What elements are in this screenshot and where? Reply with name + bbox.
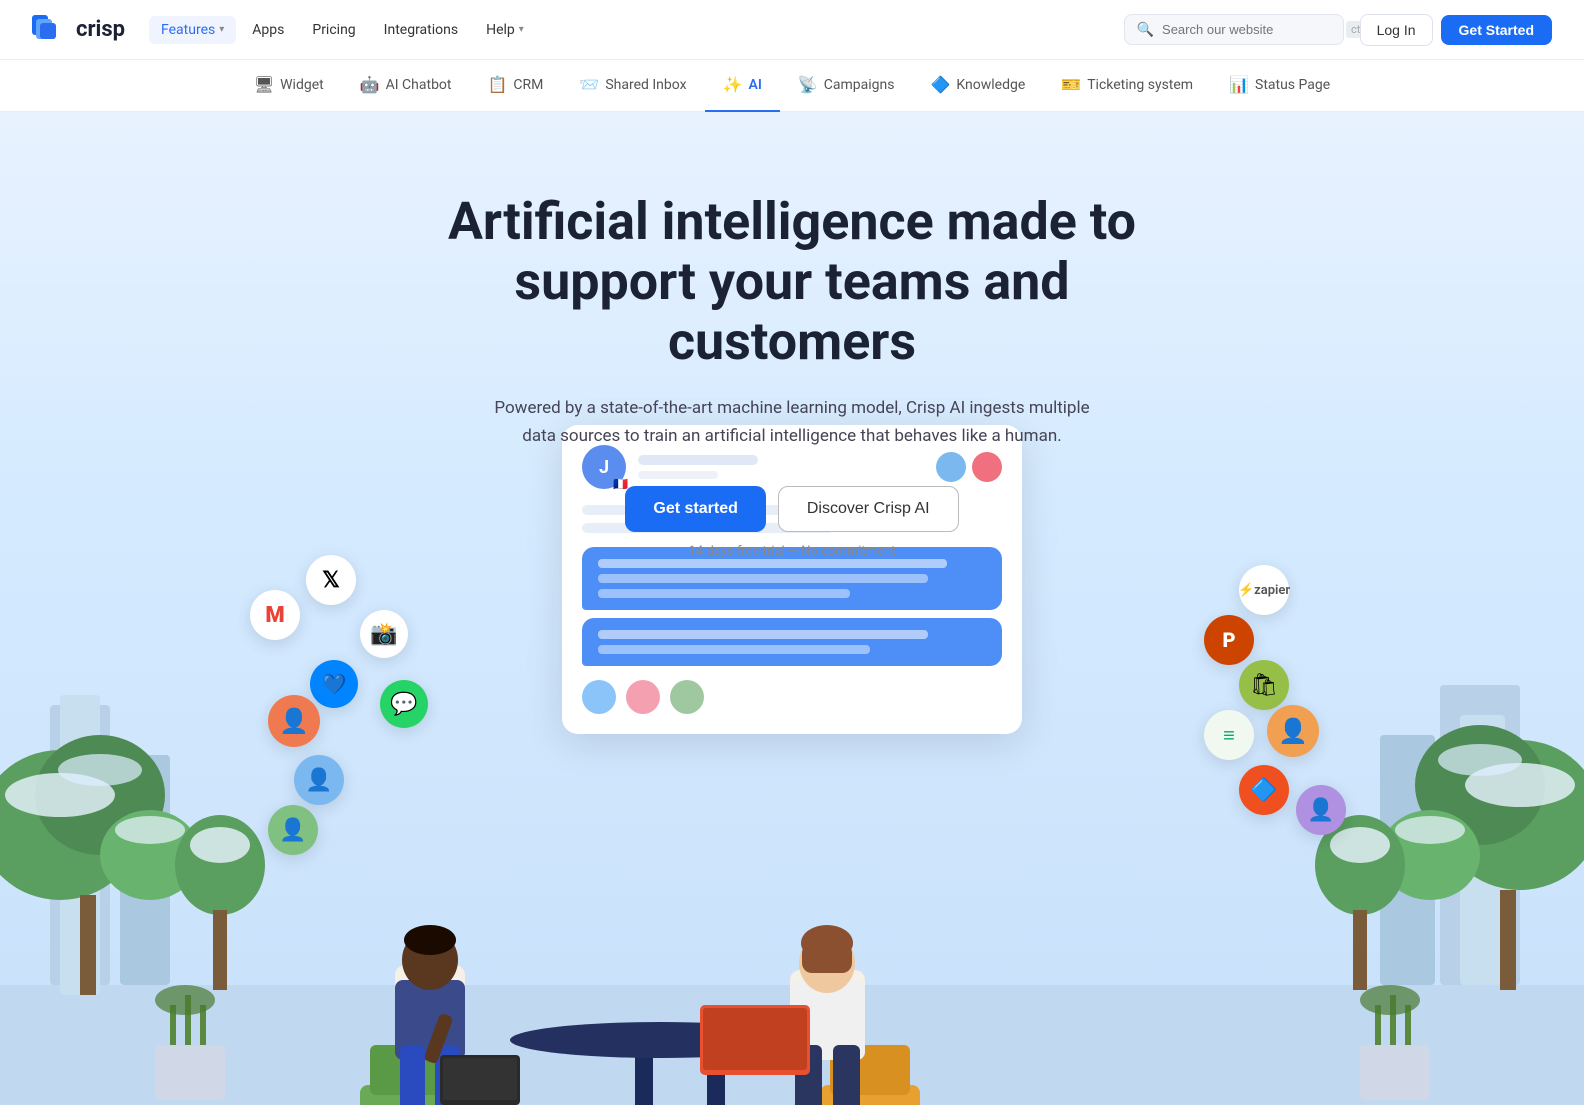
subnav-item-status[interactable]: 📊 Status Page [1211,60,1348,112]
logo[interactable]: crisp [32,15,125,45]
subnav-item-knowledge[interactable]: 🔷 Knowledge [912,60,1043,112]
subnav-item-shared-inbox[interactable]: 📨 Shared Inbox [561,60,704,112]
agent-avatar-right-1: 👤 [1267,705,1319,757]
logo-text: crisp [76,17,125,42]
subnav-item-ticketing[interactable]: 🎫 Ticketing system [1043,60,1211,112]
nav-apps[interactable]: Apps [240,16,296,44]
subnav-item-widget[interactable]: 🖥 Widget [236,60,342,112]
agent-avatar-right-2: 👤 [1296,785,1346,835]
whatsapp-icon: 💬 [380,680,428,728]
search-bar[interactable]: 🔍 ctrl+k [1124,14,1344,45]
ai-icon: ✨ [723,75,743,94]
hero-buttons: Get started Discover Crisp AI [392,486,1192,532]
navbar: crisp Features ▾ Apps Pricing Integratio… [0,0,1584,60]
subnav-item-ai[interactable]: ✨ AI [705,60,780,112]
shared-inbox-icon: 📨 [579,75,599,94]
hero-subtitle: Powered by a state-of-the-art machine le… [482,395,1102,449]
zapier-icon: ⚡zapier [1239,565,1289,615]
magento-icon: 🔷 [1239,765,1289,815]
hero-title: Artificial intelligence made to support … [392,192,1192,371]
ai-chatbot-icon: 🤖 [360,75,380,94]
widget-icon: 🖥 [254,75,274,94]
agent-avatar-2: 👤 [294,755,344,805]
search-input[interactable] [1162,22,1338,37]
twitter-x-icon: 𝕏 [306,555,356,605]
crm-icon: 📋 [488,75,508,94]
subnav-item-campaigns[interactable]: 📡 Campaigns [780,60,913,112]
knowledge-icon: 🔷 [930,75,950,94]
hero-get-started-button[interactable]: Get started [625,486,765,532]
chat-bubble-2 [582,618,1002,666]
status-icon: 📊 [1229,75,1249,94]
messenger-icon: 💙 [310,660,358,708]
subnav-item-crm[interactable]: 📋 CRM [470,60,562,112]
nav-features[interactable]: Features ▾ [149,16,236,44]
nav-pricing[interactable]: Pricing [300,16,367,44]
agent-avatar-3: 👤 [268,805,318,855]
subnav-item-ai-chatbot[interactable]: 🤖 AI Chatbot [342,60,470,112]
shopify-icon: 🛍 [1239,660,1289,710]
hero-section: Artificial intelligence made to support … [0,112,1584,1105]
hero-trial-text: 14 days free trial — No commitment [392,544,1192,559]
subnav: 🖥 Widget 🤖 AI Chatbot 📋 CRM 📨 Shared Inb… [0,60,1584,112]
chevron-down-icon: ▾ [519,24,524,35]
agent-avatar-1: 👤 [268,695,320,747]
get-started-button[interactable]: Get Started [1441,15,1552,45]
hero-discover-button[interactable]: Discover Crisp AI [778,486,959,532]
chevron-down-icon: ▾ [219,24,224,35]
hero-content: Artificial intelligence made to support … [392,112,1192,607]
nav-links: Features ▾ Apps Pricing Integrations Hel… [149,16,536,44]
nav-integrations[interactable]: Integrations [372,16,470,44]
gmail-icon: M [250,590,300,640]
nav-help[interactable]: Help ▾ [474,16,536,44]
search-icon: 🔍 [1137,22,1154,38]
bottom-agent-avatars [582,680,1002,714]
instagram-icon: 📸 [360,610,408,658]
producthunt-icon: P [1204,615,1254,665]
ticketing-icon: 🎫 [1061,75,1081,94]
campaigns-icon: 📡 [798,75,818,94]
login-button[interactable]: Log In [1360,14,1433,46]
stripe-icon: ≡ [1204,710,1254,760]
